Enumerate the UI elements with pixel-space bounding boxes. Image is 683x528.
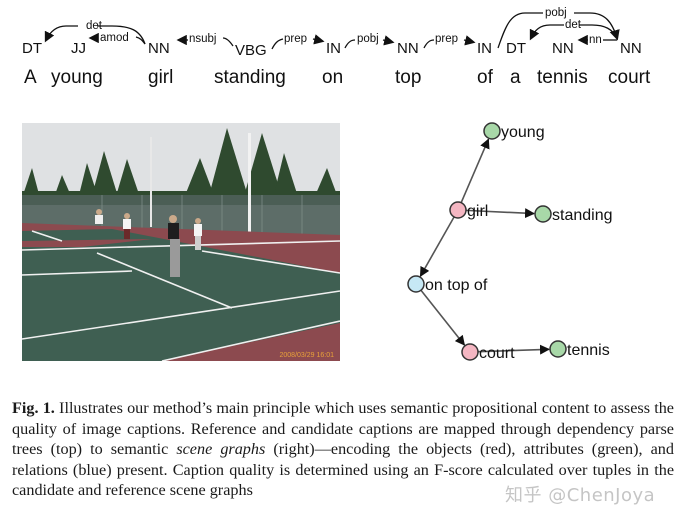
token-word: young <box>51 67 103 88</box>
pos-tag: NN <box>397 40 419 57</box>
pos-tag: DT <box>22 40 42 57</box>
dependency-arc <box>382 35 395 46</box>
graph-node-label: on top of <box>425 277 488 294</box>
pos-tag: NN <box>552 40 574 57</box>
dependency-arc <box>222 37 234 47</box>
graph-edge-ontopof-court <box>420 289 466 346</box>
graph-node-young <box>483 122 501 140</box>
pos-tag: VBG <box>235 42 267 59</box>
graph-node-ontopof <box>407 275 425 293</box>
relation-label: prep <box>284 33 307 45</box>
relation-label: pobj <box>545 7 567 19</box>
graph-edge-girl-young <box>460 138 490 203</box>
dependency-arc <box>463 35 476 46</box>
graph-node-court <box>461 343 479 361</box>
graph-node-girl <box>449 201 467 219</box>
token-word: standing <box>214 67 286 88</box>
token-word: court <box>608 67 651 88</box>
token-word: girl <box>148 67 173 88</box>
pos-tag: NN <box>620 40 642 57</box>
pos-tag: JJ <box>71 40 86 57</box>
graph-node-standing <box>534 205 552 223</box>
dependency-arc <box>423 39 435 49</box>
relation-label: pobj <box>357 33 379 45</box>
token-word: on <box>322 67 343 88</box>
graph-node-label: young <box>501 124 545 141</box>
relation-label: amod <box>100 32 129 44</box>
pos-tag: DT <box>506 40 526 57</box>
token-word: top <box>395 67 421 88</box>
watermark: 知乎 @ChenJoya <box>505 485 656 506</box>
dependency-arc <box>271 38 284 50</box>
pos-tag: IN <box>477 40 492 57</box>
graph-node-tennis <box>549 340 567 358</box>
scene-graph: young girl standing on top of court tennis <box>407 122 613 362</box>
relation-label: nn <box>589 34 602 46</box>
figure-label: Fig. 1. <box>12 399 55 417</box>
pos-tag: IN <box>326 40 341 57</box>
dependency-arc <box>312 34 325 45</box>
caption-italic-term: scene graphs <box>176 440 266 459</box>
photo-timestamp: 2008/03/29 16:01 <box>280 352 335 359</box>
player-background <box>123 213 131 239</box>
light-pole <box>150 137 152 227</box>
graph-node-label: girl <box>467 203 488 220</box>
graph-node-label: tennis <box>567 342 610 359</box>
relation-label: nsubj <box>189 33 217 45</box>
graph-edge-girl-ontopof <box>419 216 455 278</box>
token-word: A <box>24 67 37 88</box>
relation-label: det <box>565 19 582 31</box>
light-pole <box>248 133 251 241</box>
token-word: a <box>510 67 521 88</box>
dependency-arc <box>344 39 356 49</box>
graph-node-label: court <box>479 345 515 362</box>
token-word: tennis <box>537 67 588 88</box>
token-word: of <box>477 67 494 88</box>
relation-label: det <box>86 20 103 32</box>
player-background <box>95 209 103 224</box>
dependency-parse-diagram: DT JJ NN VBG IN NN IN DT NN NN A young g… <box>22 7 651 88</box>
relation-label: prep <box>435 33 458 45</box>
tennis-court-photo: 2008/03/29 16:01 <box>22 123 340 361</box>
pos-tag: NN <box>148 40 170 57</box>
graph-node-label: standing <box>552 207 613 224</box>
